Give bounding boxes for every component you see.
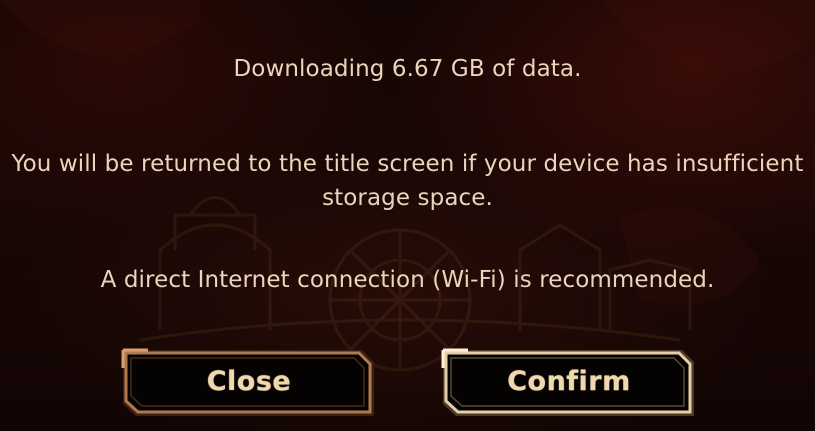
download-size-message: Downloading 6.67 GB of data.	[233, 56, 582, 82]
confirm-button[interactable]: Confirm	[438, 344, 700, 422]
wifi-recommendation-message: A direct Internet connection (Wi-Fi) is …	[100, 267, 715, 293]
close-button-label: Close	[206, 366, 292, 397]
storage-warning-message: You will be returned to the title screen…	[11, 151, 804, 211]
game-background: Downloading 6.67 GB of data. You will be…	[0, 0, 815, 431]
confirm-button-label: Confirm	[507, 366, 631, 397]
close-button[interactable]: Close	[118, 344, 380, 422]
